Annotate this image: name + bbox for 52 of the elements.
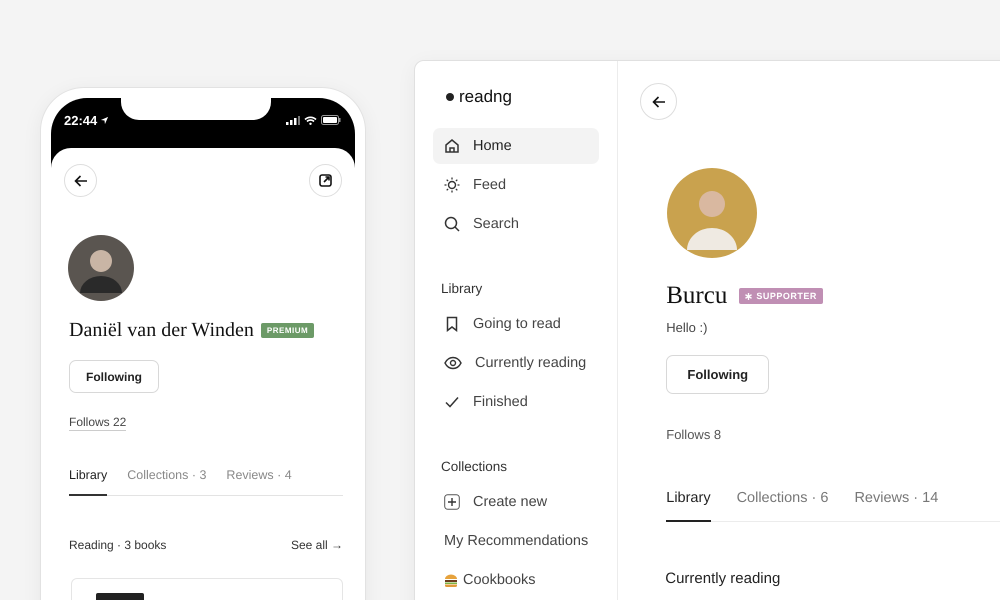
- sidebar-item[interactable]: Finished: [433, 384, 600, 420]
- share-button[interactable]: [309, 164, 342, 197]
- sidebar-item[interactable]: Going to read: [433, 306, 600, 342]
- sidebar-item[interactable]: Currently reading: [433, 345, 600, 381]
- share-icon: [319, 174, 332, 187]
- premium-badge: PREMIUM: [260, 323, 314, 338]
- battery-icon: [321, 115, 341, 125]
- profile-bio: Hello :): [666, 320, 708, 335]
- avatar-silhouette: [68, 235, 134, 301]
- wifi-icon: [304, 116, 317, 124]
- profile-tab[interactable]: Reviews · 4: [226, 468, 292, 495]
- see-all-link[interactable]: See all →: [290, 538, 343, 552]
- profile-tab[interactable]: Collections · 3: [127, 468, 206, 495]
- asterisk-icon: [745, 292, 752, 300]
- signal-icon: [286, 116, 300, 124]
- status-time: 22:44: [64, 112, 98, 128]
- sidebar-item[interactable]: Search: [433, 206, 600, 242]
- sidebar-heading: Collections: [441, 459, 508, 474]
- profile-name: Daniël van der Winden: [69, 319, 254, 342]
- logo-dot-icon: [446, 93, 454, 101]
- check-icon: [444, 394, 460, 410]
- burger-icon: [444, 574, 458, 586]
- sidebar-item[interactable]: My Recommendations: [433, 523, 600, 559]
- back-button[interactable]: [640, 83, 678, 120]
- sun-icon: [444, 177, 460, 193]
- sidebar-item[interactable]: Home: [433, 128, 600, 164]
- location-arrow-icon: [100, 116, 110, 124]
- section-title: Currently reading: [665, 570, 780, 587]
- plus-icon: [444, 494, 460, 510]
- search-icon: [444, 216, 460, 232]
- profile-tab[interactable]: Library: [666, 490, 711, 522]
- bookmark-icon: [444, 316, 460, 332]
- supporter-badge: SUPPORTER: [739, 288, 823, 304]
- app-logo: readng: [459, 87, 512, 107]
- profile-tab[interactable]: Collections · 6: [736, 490, 828, 521]
- sidebar-item[interactable]: Create new: [433, 484, 600, 520]
- section-title: Reading · 3 books: [69, 538, 166, 552]
- sidebar-item[interactable]: Cookbooks: [433, 562, 600, 598]
- follows-link[interactable]: Follows 22: [69, 415, 126, 431]
- follows-link[interactable]: Follows 8: [666, 427, 722, 442]
- profile-name: Burcu: [666, 282, 728, 310]
- profile-tab[interactable]: Library: [69, 468, 108, 496]
- following-button[interactable]: Following: [666, 355, 770, 394]
- eye-icon: [444, 355, 462, 371]
- profile-tab[interactable]: Reviews · 14: [854, 490, 938, 521]
- sidebar-heading: Library: [441, 281, 484, 296]
- back-button[interactable]: [64, 164, 97, 197]
- following-button[interactable]: Following: [69, 360, 159, 393]
- back-arrow-icon: [652, 94, 666, 108]
- sidebar-item[interactable]: Feed: [433, 167, 600, 203]
- home-icon: [444, 138, 460, 154]
- back-arrow-icon: [74, 174, 88, 188]
